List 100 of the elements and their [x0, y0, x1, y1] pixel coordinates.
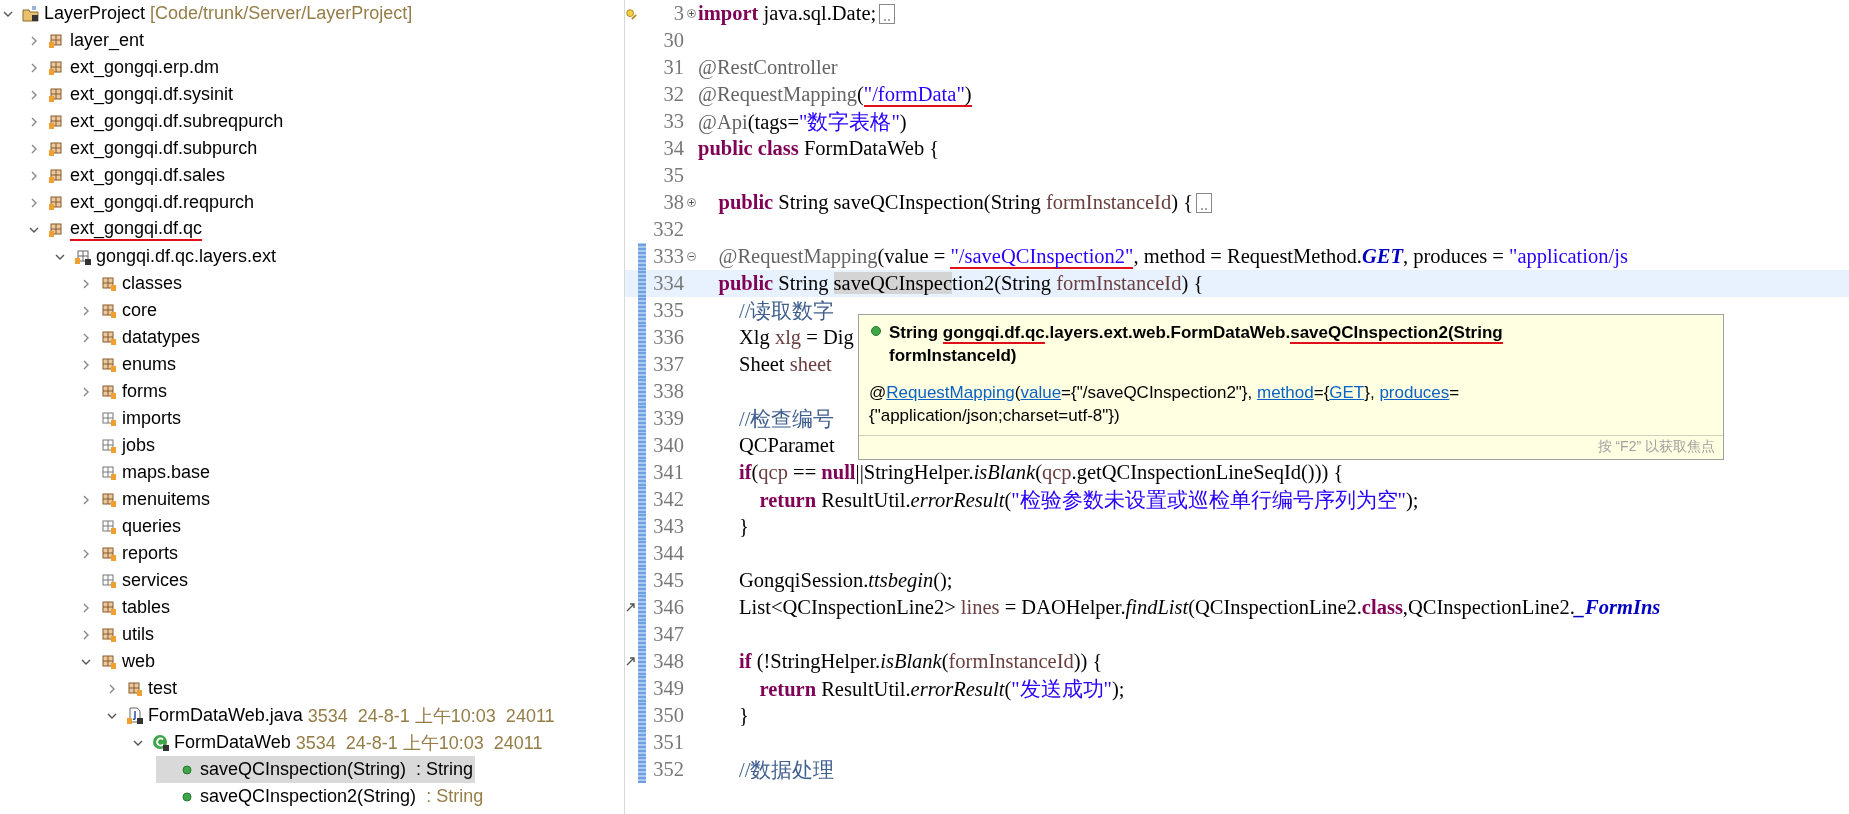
tree-item[interactable]: tables [78, 594, 173, 621]
collapse-icon[interactable] [687, 252, 696, 261]
tree-item-label: menuitems [122, 489, 211, 510]
tree-item-label: saveQCInspection2(String) [200, 786, 417, 807]
tree-item[interactable]: enums [78, 351, 179, 378]
tree-item[interactable]: ext_gongqi.df.sysinit [26, 81, 236, 108]
folded-code-icon[interactable] [1196, 192, 1212, 213]
tree-item-label: forms [122, 381, 167, 402]
folded-code-icon[interactable] [879, 3, 896, 24]
code-line: public String saveQCInspection2(String formInstanceId) { [717, 272, 1204, 295]
package-icon [100, 490, 118, 509]
tree-item-label: ext_gongqi.erp.dm [70, 57, 220, 78]
tree-item[interactable]: saveQCInspection(String) : String [156, 756, 476, 783]
package-icon [100, 355, 118, 374]
focus-hint: 按 “F2” 以获取焦点 [859, 435, 1723, 459]
tree-item[interactable]: ext_gongqi.df.reqpurch [26, 189, 257, 216]
tree-item[interactable]: core [78, 297, 159, 324]
tree-item[interactable]: jobs [78, 432, 158, 459]
tree-item-label: ext_gongqi.df.sysinit [70, 84, 234, 105]
code-line: QCParamet [738, 434, 835, 457]
tree-item[interactable]: FormDataWeb.java 3534 24-8-1 上午10:03 24011 [104, 702, 557, 729]
empty-package-icon [100, 571, 118, 590]
tree-item[interactable]: forms [78, 378, 169, 405]
tree-item-decoration: [Code/trunk/Server/LayerProject] [149, 3, 413, 24]
tree-item-label: FormDataWeb.java [148, 705, 303, 726]
tree-item-label: ext_gongqi.df.subpurch [70, 138, 258, 159]
tree-item-label: ext_gongqi.df.qc [70, 218, 203, 241]
tree-item[interactable]: ext_gongqi.df.sales [26, 162, 228, 189]
tree-item[interactable]: imports [78, 405, 183, 432]
tree-item[interactable]: ext_gongqi.df.qc [26, 216, 205, 243]
java-file-icon [126, 706, 144, 725]
tree-item[interactable]: test [104, 675, 179, 702]
tree-item-label: web [122, 651, 156, 672]
tree-item-label: test [148, 678, 177, 699]
package-icon [100, 625, 118, 644]
link[interactable]: method [1257, 383, 1314, 402]
line-number: 351 [652, 731, 685, 754]
code-line: return ResultUtil.errorResult("检验参数未设置或巡检单行编号序列为空"); [758, 487, 1419, 514]
tree-item-label: FormDataWeb [174, 732, 291, 753]
tree-item-label: layer_ent [70, 30, 145, 51]
line-number: 32 [662, 83, 685, 106]
package-icon [100, 598, 118, 617]
code-line: //数据处理 [738, 757, 835, 783]
expand-icon[interactable] [687, 9, 696, 18]
class-icon [152, 733, 170, 752]
annotation-text: @RequestMapping(value={"/saveQCInspection2"}, method={GET}, produces= [869, 382, 1461, 404]
method-signature: String gongqi.df.qc.layers.ext.web.FormDataWeb.saveQCInspection2(String [889, 322, 1503, 344]
line-number: 343 [652, 515, 685, 538]
package-icon [100, 274, 118, 293]
line-number: 30 [662, 29, 685, 52]
tree-item[interactable]: gongqi.df.qc.layers.ext [52, 243, 279, 270]
line-number: 35 [662, 164, 685, 187]
empty-package-icon [100, 517, 118, 536]
code-line: if(qcp == null||StringHelper.isBlank(qcp.getQCInspectionLineSeqId())) { [738, 461, 1344, 484]
tree-item[interactable]: ext_gongqi.df.subpurch [26, 135, 260, 162]
tree-item[interactable]: ext_gongqi.erp.dm [26, 54, 222, 81]
line-number: 345 [652, 569, 685, 592]
line-number: 342 [652, 488, 685, 511]
tree-item[interactable]: LayerProject [Code/trunk/Server/LayerProject] [0, 0, 415, 27]
link[interactable]: produces [1379, 383, 1450, 402]
line-number: 31 [662, 56, 685, 79]
tree-item[interactable]: maps.base [78, 459, 213, 486]
override-marker-icon [625, 601, 637, 614]
tree-item-label: saveQCInspection(String) [200, 759, 407, 780]
method-icon [869, 324, 883, 338]
tree-item-label: LayerProject [44, 3, 146, 24]
link[interactable]: RequestMapping [886, 383, 1015, 402]
tree-item[interactable]: reports [78, 540, 181, 567]
code-line: List<QCInspectionLine2> lines = DAOHelper.findList(QCInspectionLine2.class,QCInspectionLine2._FormIns [738, 596, 1661, 619]
tree-item[interactable]: services [78, 567, 190, 594]
line-number: 334 [652, 272, 685, 295]
tree-item[interactable]: datatypes [78, 324, 203, 351]
code-line: import java.sql.Date; [698, 2, 877, 25]
code-line: if (!StringHelper.isBlank(formInstanceId)) { [738, 650, 1103, 673]
tree-item[interactable]: classes [78, 270, 185, 297]
empty-package-icon [100, 409, 118, 428]
line-number: 338 [652, 380, 685, 403]
tree-item-label: core [122, 300, 157, 321]
package-icon [100, 328, 118, 347]
tree-item[interactable]: layer_ent [26, 27, 147, 54]
tree-item-label: ext_gongqi.df.subreqpurch [70, 111, 284, 132]
tree-item[interactable]: saveQCInspection2(String) : String [156, 783, 486, 810]
tree-item[interactable]: queries [78, 513, 184, 540]
tree-item-label: ext_gongqi.df.sales [70, 165, 226, 186]
tree-item[interactable]: web [78, 648, 158, 675]
tree-item[interactable]: menuitems [78, 486, 213, 513]
expand-icon[interactable] [687, 198, 696, 207]
tree-item[interactable]: FormDataWeb 3534 24-8-1 上午10:03 24011 [130, 729, 545, 756]
tree-item[interactable]: ext_gongqi.df.subreqpurch [26, 108, 286, 135]
code-line: //检查编号 [738, 406, 835, 432]
line-number: 333 [652, 245, 685, 268]
package-icon [126, 679, 144, 698]
tree-item-label: maps.base [122, 462, 211, 483]
link[interactable]: value [1020, 383, 1062, 402]
tree-item-label: classes [122, 273, 183, 294]
tree-item-label: gongqi.df.qc.layers.ext [96, 246, 277, 267]
project-icon [22, 4, 40, 23]
tree-item-decoration: : String [415, 759, 474, 780]
package-icon [100, 652, 118, 671]
tree-item[interactable]: utils [78, 621, 156, 648]
